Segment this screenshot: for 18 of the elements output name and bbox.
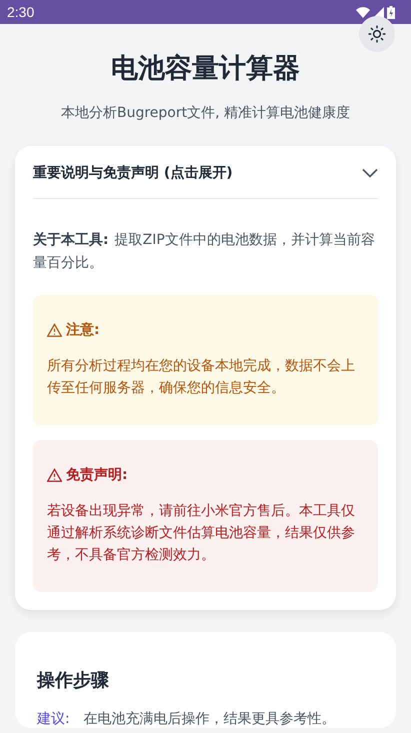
alert-title: 免责声明: — [66, 466, 128, 484]
alert-text: 若设备出现异常，请前往小米官方售后。本工具仅通过解析系统诊断文件估算电池容量，结果仅供参考，不具备官方检测效力。 — [47, 502, 356, 565]
tip-text: 建议: 在电池充满电后操作，结果更具参考性。 — [37, 710, 337, 728]
alert-title: 注意: — [66, 321, 100, 339]
wifi-icon — [356, 6, 370, 18]
chevron-down-icon — [362, 168, 378, 178]
section-title: 操作步骤 — [37, 669, 110, 692]
app-title: 电池容量计算器 — [110, 52, 301, 86]
app-subtitle: 本地分析Bugreport文件, 精准计算电池健康度 — [60, 104, 352, 122]
theme-toggle-button[interactable] — [359, 16, 395, 52]
status-time: 2:30 — [7, 4, 34, 20]
about-text: 关于本工具: 提取ZIP文件中的电池数据，并计算当前容量百分比。 — [33, 231, 376, 273]
warning-icon — [47, 468, 62, 482]
battery-icon — [387, 6, 395, 18]
alert-text: 所有分析过程均在您的设备本地完成，数据不会上传至任何服务器，确保您的信息安全。 — [47, 357, 356, 398]
warning-icon — [47, 323, 62, 337]
accordion-header[interactable]: 重要说明与免责声明 (点击展开) — [33, 146, 378, 199]
sun-icon — [368, 25, 386, 43]
